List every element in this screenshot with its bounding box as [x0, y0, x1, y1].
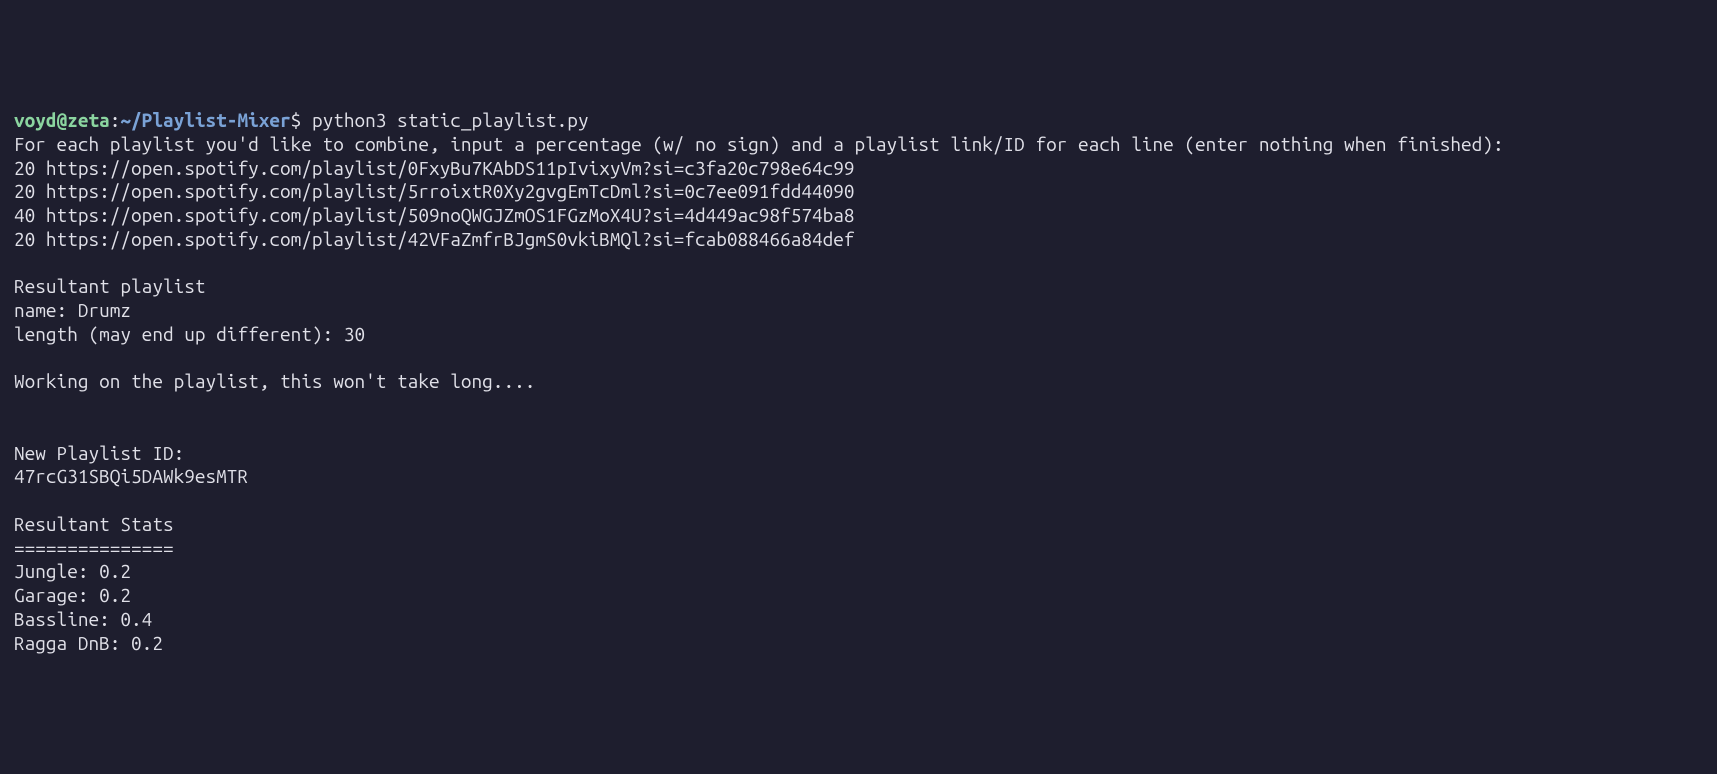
working-line: Working on the playlist, this won't take… — [14, 370, 535, 392]
prompt-host: zeta — [67, 109, 110, 131]
input-line: 20 https://open.spotify.com/playlist/0Fx… — [14, 157, 855, 179]
resultant-header: Resultant playlist — [14, 275, 206, 297]
stats-divider: =============== — [14, 537, 174, 559]
stats-header: Resultant Stats — [14, 513, 174, 535]
stat-line: Bassline: 0.4 — [14, 608, 152, 630]
new-id-label: New Playlist ID: — [14, 442, 184, 464]
new-id-value: 47rcG31SBQi5DAWk9esMTR — [14, 465, 248, 487]
command-text: python3 static_playlist.py — [312, 109, 589, 131]
prompt-path: ~/Playlist-Mixer — [120, 109, 290, 131]
stat-line: Ragga DnB: 0.2 — [14, 632, 163, 654]
prompt-dollar: $ — [291, 109, 302, 131]
input-line: 40 https://open.spotify.com/playlist/509… — [14, 204, 855, 226]
name-line: name: Drumz — [14, 299, 131, 321]
stat-line: Jungle: 0.2 — [14, 560, 131, 582]
terminal-output[interactable]: voyd@zeta:~/Playlist-Mixer$ python3 stat… — [14, 109, 1703, 655]
stat-line: Garage: 0.2 — [14, 584, 131, 606]
prompt-colon: : — [110, 109, 121, 131]
prompt-at: @ — [57, 109, 68, 131]
input-line: 20 https://open.spotify.com/playlist/5rr… — [14, 180, 855, 202]
instruction-line: For each playlist you'd like to combine,… — [14, 133, 1504, 155]
prompt-user: voyd — [14, 109, 57, 131]
length-line: length (may end up different): 30 — [14, 323, 365, 345]
input-line: 20 https://open.spotify.com/playlist/42V… — [14, 228, 855, 250]
